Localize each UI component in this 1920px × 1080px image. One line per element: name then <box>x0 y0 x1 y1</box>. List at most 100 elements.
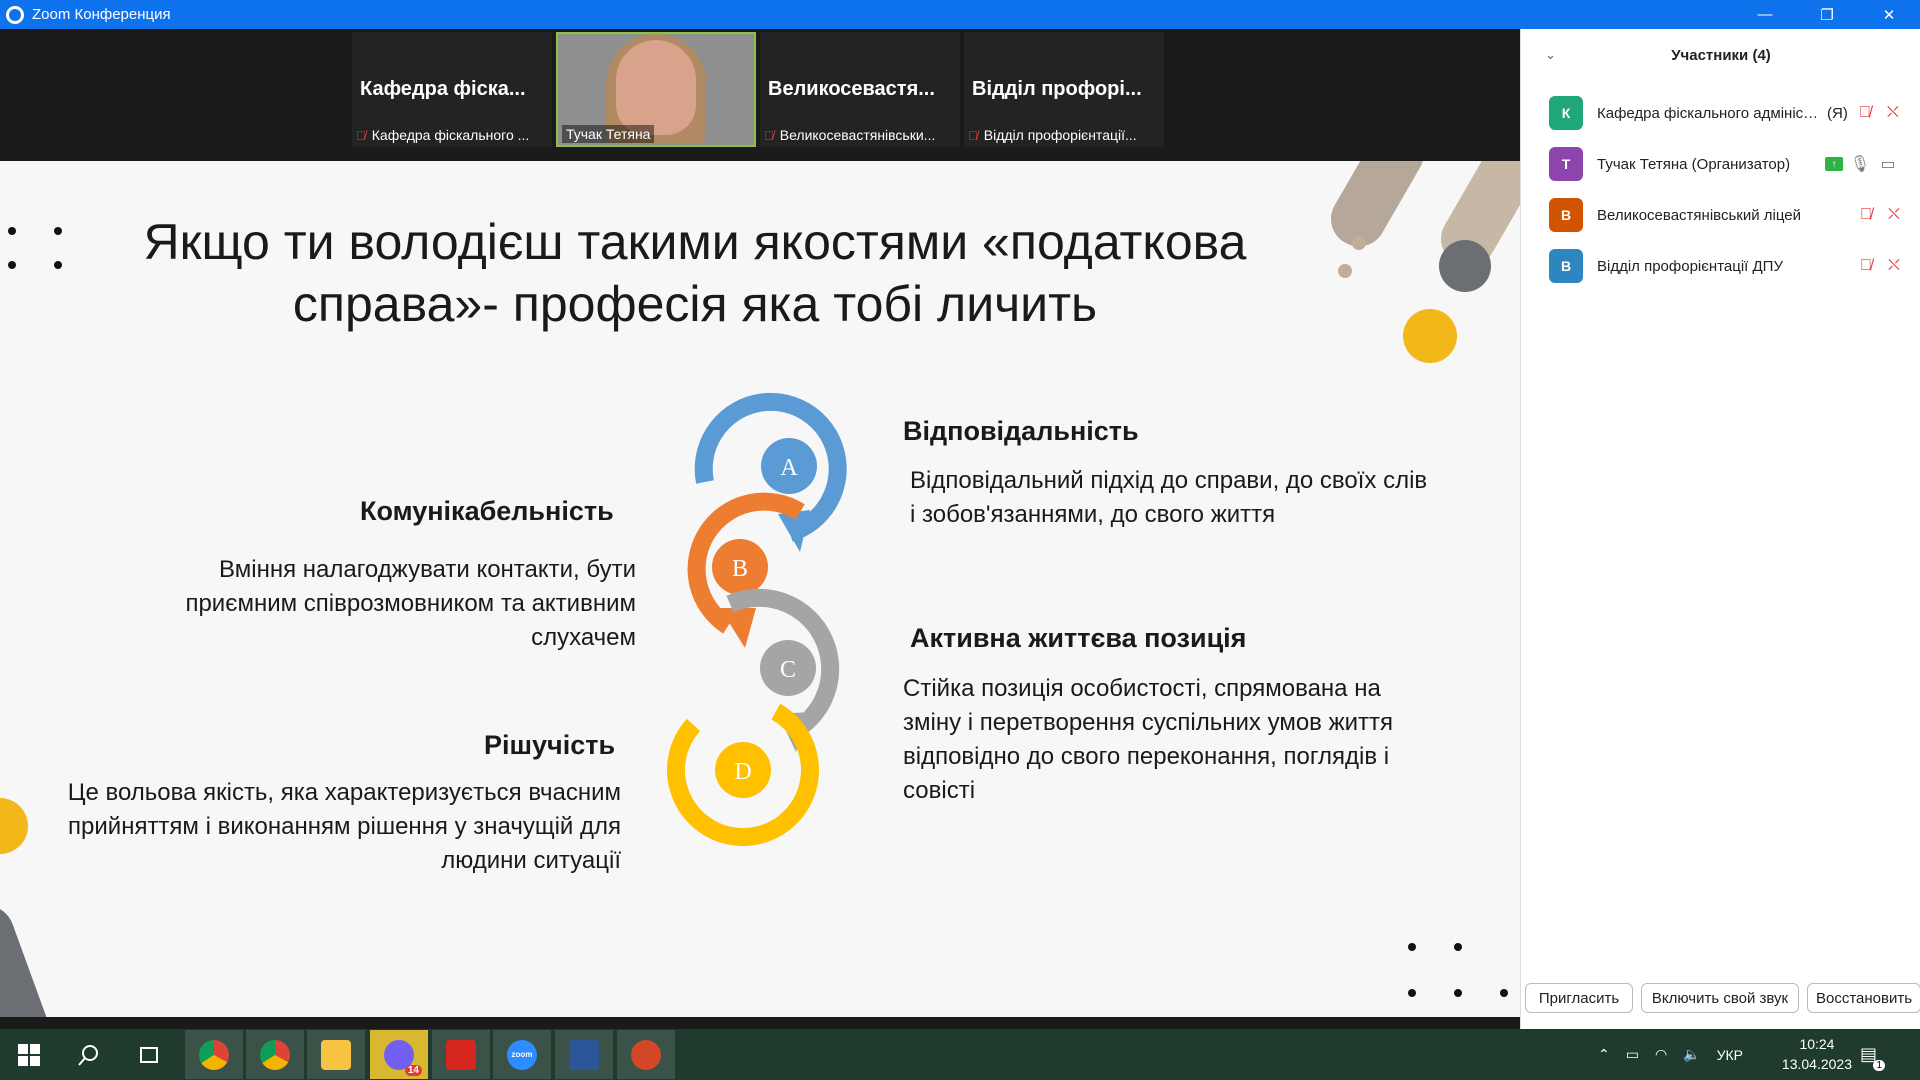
title-bar: Zoom Конференция — ❐ ✕ <box>0 0 1920 29</box>
notification-count: 1 <box>1873 1060 1886 1071</box>
tile-display-name: Кафедра фіска... <box>360 78 526 100</box>
decor-dot <box>1454 943 1462 951</box>
tile-caption-text: Великосевастянівськи... <box>779 127 936 143</box>
decor-dot <box>8 261 16 269</box>
decor-dot <box>1454 989 1462 997</box>
restore-button[interactable]: ❐ <box>1796 0 1858 29</box>
muted-mic-icon: 🎙̸ <box>968 127 978 143</box>
participant-name: Кафедра фіскального адміністр... <box>1597 104 1825 122</box>
video-tile-velykosevastianivskyi[interactable]: Великосевастя... 🎙̸ Великосевастянівськи… <box>760 32 960 147</box>
cycle-letter-c: C <box>780 657 796 683</box>
task-view-button[interactable] <box>120 1030 178 1079</box>
video-tile-viddil[interactable]: Відділ профорі... 🎙̸ Відділ профорієнтац… <box>964 32 1164 147</box>
decor-dot <box>1352 236 1366 250</box>
taskbar-acrobat[interactable] <box>432 1030 490 1079</box>
participant-row[interactable]: В Великосевастянівський ліцей 🎙̸ ⛌ <box>1549 198 1909 232</box>
decor-circle-yellow <box>0 798 28 854</box>
tile-display-name: Відділ профорі... <box>972 78 1142 100</box>
shared-slide: Якщо ти володієш такими якостями «податк… <box>0 161 1520 1017</box>
slide-title: Якщо ти володієш такими якостями «податк… <box>110 211 1280 335</box>
decor-dot <box>1500 989 1508 997</box>
tile-caption: 🎙̸ Відділ профорієнтації... <box>968 125 1160 145</box>
unmute-self-button[interactable]: Включить свой звук <box>1641 983 1799 1013</box>
heading-active-position: Активна життєва позиція <box>910 623 1247 653</box>
restore-button[interactable]: Восстановить <box>1807 983 1920 1013</box>
invite-button[interactable]: Пригласить <box>1525 983 1633 1013</box>
taskbar-zoom[interactable]: zoom <box>493 1030 551 1079</box>
system-tray: ⌃ ▭ ◠ 🔈 УКР <box>1598 1029 1743 1080</box>
chrome-icon <box>199 1039 229 1070</box>
chrome-icon <box>260 1039 290 1070</box>
close-button[interactable]: ✕ <box>1858 0 1920 29</box>
decor-dot <box>1338 264 1352 278</box>
screen-share-icon: ↑ <box>1825 157 1843 171</box>
wifi-icon[interactable]: ◠ <box>1655 1046 1667 1063</box>
volume-icon[interactable]: 🔈 <box>1683 1046 1700 1063</box>
decor-circle-yellow <box>1403 309 1457 363</box>
tile-caption-text: Відділ профорієнтації... <box>983 127 1137 143</box>
window-controls: — ❐ ✕ <box>1734 0 1920 29</box>
cycle-letter-d: D <box>734 759 751 785</box>
clock-date: 13.04.2023 <box>1781 1056 1852 1072</box>
avatar: В <box>1549 198 1583 232</box>
chevron-up-icon[interactable]: ⌃ <box>1598 1046 1610 1063</box>
decor-dot <box>54 261 62 269</box>
participant-row[interactable]: В Відділ профорієнтації ДПУ 🎙̸ ⛌ <box>1549 249 1909 283</box>
decor-pill-shape <box>1331 161 1424 247</box>
participants-panel: ⌄ Участники (4) К Кафедра фіскального ад… <box>1520 29 1920 1029</box>
slide-bottom-bar <box>0 1017 1520 1029</box>
video-off-icon: ⛌ <box>1888 257 1900 274</box>
avatar: К <box>1549 96 1583 130</box>
battery-icon[interactable]: ▭ <box>1626 1046 1639 1063</box>
windows-logo-icon <box>18 1043 40 1066</box>
tile-caption-text: Кафедра фіскального ... <box>371 127 530 143</box>
language-indicator[interactable]: УКР <box>1717 1047 1743 1063</box>
word-icon <box>569 1039 599 1070</box>
text-active-position: Стійка позиція особистості, спрямована н… <box>903 675 1394 804</box>
minimize-button[interactable]: — <box>1734 0 1796 29</box>
window-title: Zoom Конференция <box>32 6 171 23</box>
participant-row[interactable]: К Кафедра фіскального адміністр... (Я) 🎙… <box>1549 96 1909 130</box>
cycle-diagram: A B C D <box>667 392 847 846</box>
tile-display-name: Великосевастя... <box>768 78 935 100</box>
taskbar-chrome-2[interactable] <box>246 1030 304 1079</box>
powerpoint-icon <box>631 1039 661 1070</box>
taskbar-file-explorer[interactable] <box>307 1030 365 1079</box>
cycle-letter-b: B <box>732 556 748 582</box>
search-button[interactable] <box>60 1030 118 1079</box>
notification-center-button[interactable]: ▤ 1 <box>1860 1029 1886 1080</box>
cycle-ring-a: A <box>694 392 847 552</box>
participant-face <box>616 40 696 135</box>
taskbar-powerpoint[interactable] <box>617 1030 675 1079</box>
muted-mic-icon: 🎙̸ <box>764 127 774 143</box>
taskbar-word[interactable] <box>555 1030 613 1079</box>
slide-title-line: Якщо ти володієш такими якостями «податк… <box>143 214 1247 270</box>
video-off-icon: ⛌ <box>1888 206 1900 223</box>
taskbar-viber[interactable]: 14 <box>370 1030 428 1079</box>
participant-name: Тучак Тетяна (Организатор) <box>1597 155 1791 173</box>
zoom-app-icon <box>6 5 24 24</box>
muted-mic-icon: 🎙̸ <box>356 127 366 143</box>
muted-mic-icon: 🎙̸ <box>1860 206 1872 223</box>
decor-dot <box>1408 989 1416 997</box>
heading-responsibility: Відповідальність <box>903 416 1139 446</box>
text-sociability: Вміння налагоджувати контакти, бути приє… <box>185 556 636 651</box>
windows-taskbar: 14 zoom ⌃ ▭ ◠ 🔈 УКР 10:24 13.04.2023 ▤ 1 <box>0 1029 1920 1080</box>
notification-badge: 14 <box>404 1064 422 1076</box>
viber-icon: 14 <box>384 1039 422 1076</box>
avatar: Т <box>1549 147 1583 181</box>
participant-name: Великосевастянівський ліцей <box>1597 206 1801 224</box>
video-camera-icon: ▭ <box>1880 156 1896 173</box>
cycle-ring-d: D <box>667 694 819 846</box>
zoom-icon: zoom <box>507 1039 537 1070</box>
task-view-icon <box>140 1046 158 1063</box>
text-responsibility: Відповідальний підхід до справи, до свої… <box>910 467 1428 528</box>
taskbar-chrome-1[interactable] <box>185 1030 243 1079</box>
video-tile-tuchak[interactable]: Тучак Тетяна <box>556 32 756 147</box>
participant-name: Відділ профорієнтації ДПУ <box>1597 257 1783 275</box>
video-tile-kafedra[interactable]: Кафедра фіска... 🎙̸ Кафедра фіскального … <box>352 32 552 147</box>
clock[interactable]: 10:24 13.04.2023 <box>1782 1034 1852 1074</box>
participant-row[interactable]: Т Тучак Тетяна (Организатор) ↑ 🎙 ▭ <box>1549 147 1909 181</box>
decor-dot <box>8 227 16 235</box>
start-button[interactable] <box>0 1030 58 1079</box>
